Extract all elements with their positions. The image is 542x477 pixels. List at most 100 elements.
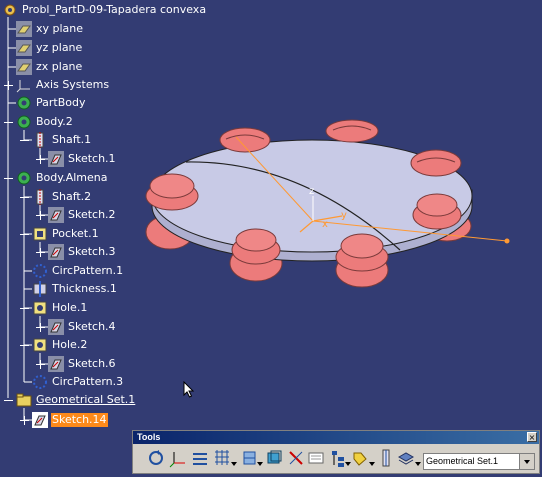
close-icon[interactable]: × (527, 432, 537, 442)
plane-icon (16, 59, 32, 75)
chevron-down-icon[interactable] (519, 454, 534, 469)
magnet-icon[interactable] (351, 447, 369, 469)
tree-hole1[interactable]: Hole.1 (32, 300, 88, 316)
expand-sketch1[interactable] (36, 155, 45, 164)
pocket1-label: Pocket.1 (52, 227, 99, 240)
grid-dropdown[interactable] (231, 462, 237, 466)
tree-shaft2[interactable]: Shaft.2 (32, 189, 92, 205)
geometrical-set-value: Geometrical Set.1 (426, 456, 499, 466)
axis-system-icon (16, 80, 30, 93)
geometrical-set-select[interactable]: Geometrical Set.1 (423, 453, 535, 470)
axis-systems-label: Axis Systems (36, 78, 110, 91)
part-gear-icon (4, 4, 16, 16)
expand-sketch3[interactable] (36, 248, 45, 257)
sketch2-label: Sketch.2 (68, 208, 116, 221)
collapse-shaft1[interactable] (20, 136, 29, 145)
hole-icon (33, 301, 47, 315)
shaft2-label: Shaft.2 (52, 190, 92, 203)
thickness1-label: Thickness.1 (52, 282, 117, 295)
plane-label: yz plane (36, 41, 83, 54)
collapse-hole2[interactable] (20, 341, 29, 350)
part-body-icon[interactable] (265, 447, 283, 469)
collapse-body2[interactable] (4, 118, 13, 127)
geometrical-set-icon (16, 393, 32, 407)
magnet-dropdown[interactable] (369, 462, 375, 466)
tree-sketch3[interactable]: Sketch.3 (48, 244, 117, 260)
expand-sketch14[interactable] (20, 416, 29, 425)
plane-label: xy plane (36, 22, 84, 35)
circ-pattern-icon (33, 264, 47, 278)
tree-sketch1[interactable]: Sketch.1 (48, 151, 117, 167)
sketch-icon (32, 412, 48, 428)
sketch-icon (48, 244, 64, 260)
tree-zx-plane[interactable]: zx plane (16, 59, 83, 75)
axis-system-icon[interactable] (169, 447, 187, 469)
collapse-hole1[interactable] (20, 304, 29, 313)
mouse-cursor-icon (183, 381, 195, 398)
body-gear-icon (17, 115, 31, 129)
tree-circpattern3[interactable]: CircPattern.3 (32, 374, 124, 390)
tree-shaft1[interactable]: Shaft.1 (32, 132, 92, 148)
sketch-icon (48, 319, 64, 335)
tree-axis-systems[interactable]: Axis Systems (16, 77, 110, 93)
hole1-label: Hole.1 (52, 301, 88, 314)
root-label: Probl_PartD-09-Tapadera convexa (22, 3, 207, 16)
sketch3-label: Sketch.3 (68, 245, 116, 258)
body-almena-label: Body.Almena (36, 171, 108, 184)
plane-icon (16, 21, 32, 37)
parallel-icon[interactable] (191, 447, 209, 469)
layer-icon[interactable] (397, 447, 415, 469)
tree-pocket1[interactable]: Pocket.1 (32, 226, 100, 242)
collapse-shaft2[interactable] (20, 193, 29, 202)
tree-sketch14[interactable]: Sketch.14 (32, 412, 108, 428)
grid-icon[interactable] (213, 447, 231, 469)
plane-label: zx plane (36, 60, 83, 73)
tree-geoset[interactable]: Geometrical Set.1 (16, 392, 136, 408)
partbody-label: PartBody (36, 96, 86, 109)
sketch4-label: Sketch.4 (68, 320, 116, 333)
sketch-icon[interactable] (377, 447, 395, 469)
body-gear-icon (17, 96, 31, 110)
update-icon[interactable] (147, 447, 165, 469)
tree-thickness1[interactable]: Thickness.1 (32, 281, 118, 297)
tree-circpattern1[interactable]: CircPattern.1 (32, 263, 124, 279)
shaft-icon (36, 132, 44, 148)
hole-icon (33, 338, 47, 352)
measure-icon[interactable] (287, 447, 305, 469)
tree-sketch2[interactable]: Sketch.2 (48, 207, 117, 223)
tree-sketch6[interactable]: Sketch.6 (48, 356, 117, 372)
tree-hole2[interactable]: Hole.2 (32, 337, 88, 353)
tree-sketch4[interactable]: Sketch.4 (48, 319, 117, 335)
circpattern1-label: CircPattern.1 (52, 264, 124, 277)
tree-body-almena[interactable]: Body.Almena (16, 170, 108, 186)
hole2-label: Hole.2 (52, 338, 88, 351)
circ-pattern-icon (33, 375, 47, 389)
analysis-icon[interactable] (307, 447, 325, 469)
geoset-label: Geometrical Set.1 (36, 393, 136, 406)
thickness-icon (33, 281, 47, 297)
expand-sketch6[interactable] (36, 360, 45, 369)
expand-axis-systems[interactable] (4, 81, 13, 90)
3d-grid-dropdown[interactable] (257, 462, 263, 466)
collapse-body-almena[interactable] (4, 174, 13, 183)
tools-toolbar[interactable]: Tools × Geometrical Set.1 (132, 430, 540, 474)
tree-body2[interactable]: Body.2 (16, 114, 74, 130)
specification-tree: Probl_PartD-09-Tapadera convexa xy plane… (0, 0, 542, 477)
sketch6-label: Sketch.6 (68, 357, 116, 370)
expand-sketch4[interactable] (36, 323, 45, 332)
tree-xy-plane[interactable]: xy plane (16, 21, 84, 37)
expand-sketch2[interactable] (36, 211, 45, 220)
tree-partbody[interactable]: PartBody (16, 95, 86, 111)
shaft-icon (36, 189, 44, 205)
circpattern3-label: CircPattern.3 (52, 375, 124, 388)
collapse-pocket1[interactable] (20, 230, 29, 239)
sketch-icon (48, 151, 64, 167)
collapse-geoset[interactable] (4, 396, 13, 405)
sketch14-label: Sketch.14 (51, 413, 108, 427)
toolbar-title[interactable]: Tools (133, 431, 539, 444)
body-gear-icon (17, 171, 31, 185)
sketch-icon (48, 356, 64, 372)
tree-root[interactable]: Probl_PartD-09-Tapadera convexa (2, 2, 207, 18)
tree-yz-plane[interactable]: yz plane (16, 40, 83, 56)
layer-dropdown[interactable] (415, 462, 421, 466)
